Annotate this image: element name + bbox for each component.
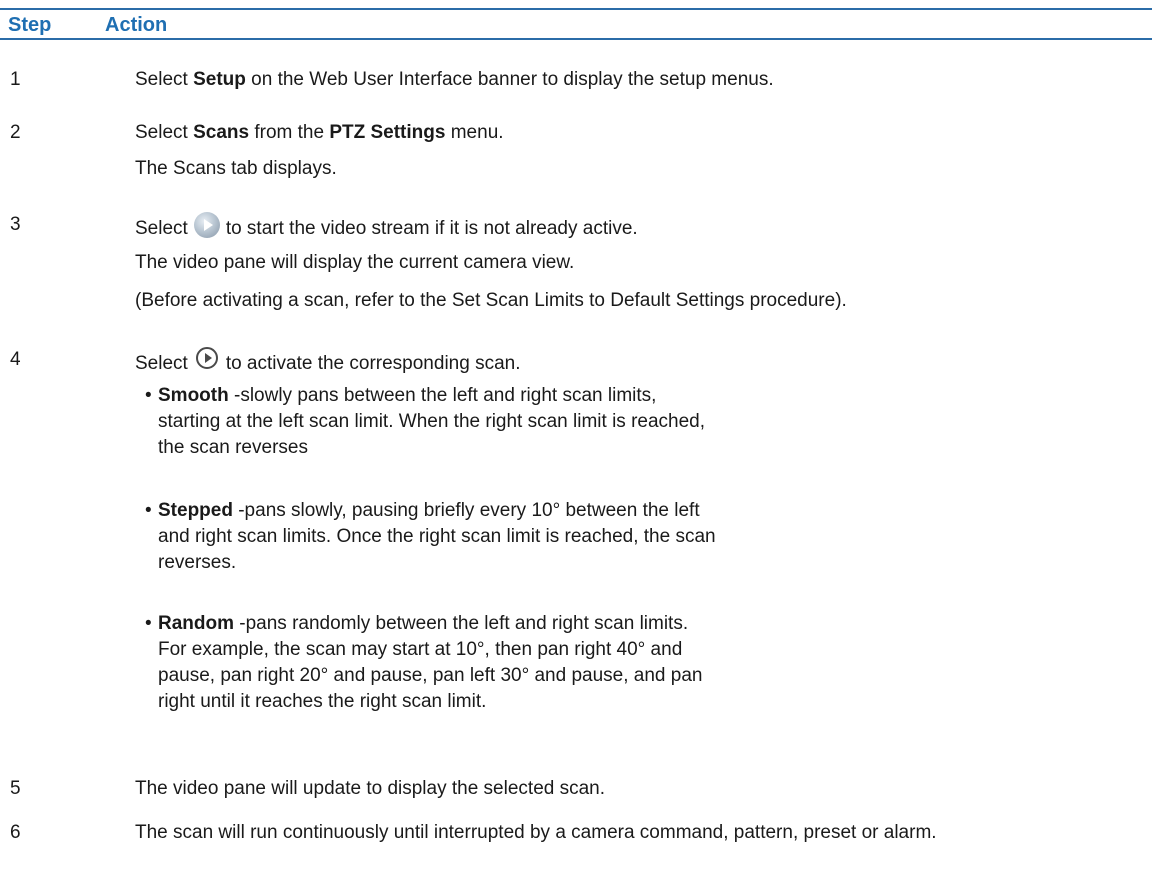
step-action-text: Select Setup on the Web User Interface b… — [135, 67, 1145, 93]
step-action-text: Select to start the video stream if it is… — [135, 212, 1145, 242]
text-fragment: Select — [135, 122, 194, 143]
scan-description: -pans slowly, pausing briefly every 10° … — [158, 500, 716, 573]
scan-description: -pans randomly between the left and righ… — [158, 613, 703, 712]
step-action-text: The video pane will update to display th… — [135, 778, 606, 799]
ui-term-ptz-settings: PTZ Settings — [329, 122, 446, 143]
bullet-point: • — [145, 385, 152, 406]
scan-type-random: • Random -pans randomly between the left … — [145, 611, 718, 715]
scan-type-smooth: • Smooth -slowly pans between the left an… — [145, 383, 718, 461]
text-fragment: to activate the corresponding scan. — [225, 353, 521, 374]
step-action-text: The scan will run continuously until int… — [135, 822, 937, 843]
text-fragment: Select — [135, 353, 188, 374]
step-action-text: Select to activate the corresponding scan… — [135, 347, 1145, 377]
scan-term: Stepped — [158, 500, 233, 521]
play-stream-icon — [193, 212, 220, 238]
step-number: 5 — [10, 778, 21, 799]
text-fragment: Select — [135, 218, 188, 239]
activate-scan-icon — [195, 347, 218, 369]
text-fragment: from the — [249, 122, 330, 143]
procedure-table: Step Action 1 Select Setup on the Web Us… — [0, 0, 1152, 894]
bullet-point: • — [145, 500, 152, 521]
step-number: 6 — [10, 822, 21, 843]
scan-term: Smooth — [158, 385, 229, 406]
scan-description: -slowly pans between the left and right … — [158, 385, 706, 458]
text-fragment: menu. — [445, 122, 504, 143]
step-result-text: The Scans tab displays. — [135, 158, 337, 179]
step-action-text: Select Scans from the PTZ Settings menu. — [135, 120, 1145, 146]
text-fragment: on the Web User Interface banner to disp… — [245, 69, 774, 90]
text-fragment: Select — [135, 69, 194, 90]
action-column-header: Action — [105, 14, 168, 36]
step-note-text: (Before activating a scan, refer to the … — [135, 290, 847, 311]
ui-term-setup: Setup — [193, 69, 246, 90]
text-fragment: to start the video stream if it is not a… — [225, 218, 638, 239]
step-number: 1 — [10, 69, 21, 90]
scan-term: Random — [158, 613, 234, 634]
step-number: 3 — [10, 214, 21, 235]
step-number: 2 — [10, 122, 21, 143]
step-column-header: Step — [8, 14, 52, 36]
bullet-point: • — [145, 613, 152, 634]
step-number: 4 — [10, 349, 21, 370]
table-header: Step Action — [0, 8, 1152, 40]
ui-term-scans: Scans — [193, 122, 250, 143]
step-result-text: The video pane will display the current … — [135, 252, 575, 273]
scan-type-stepped: • Stepped -pans slowly, pausing briefly e… — [145, 498, 718, 576]
